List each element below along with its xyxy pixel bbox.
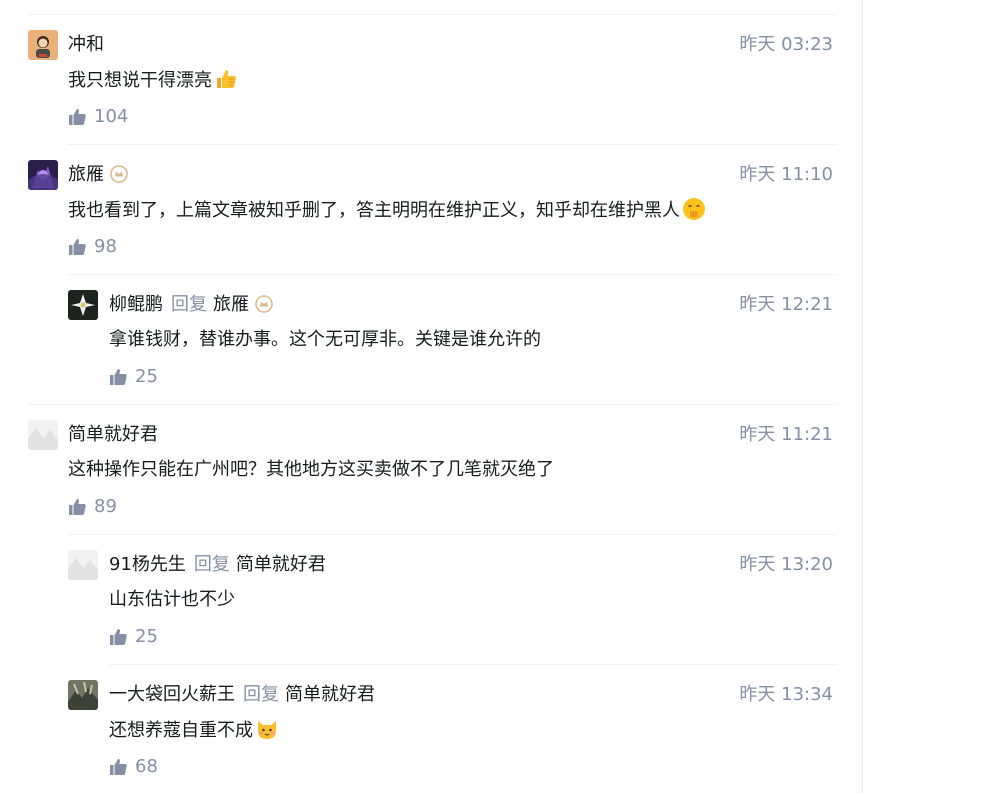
- reply-label: 回复: [171, 294, 207, 315]
- thumb-up-icon: [68, 238, 86, 256]
- divider: [109, 664, 837, 665]
- comment-panel: 冲和 昨天 03:23 我只想说干得漂亮 104 旅雁 昨天 11:10 我也看…: [0, 0, 863, 793]
- like-count: 68: [135, 756, 158, 777]
- like-button[interactable]: 104: [68, 105, 128, 129]
- thumb-up-icon: [68, 498, 86, 516]
- comment-author[interactable]: 一大袋回火薪王 回复 简单就好君: [109, 683, 375, 707]
- comment-text: 我也看到了，上篇文章被知乎删了，答主明明在维护正义，知乎却在维护黑人: [68, 197, 706, 224]
- avatar[interactable]: [68, 290, 98, 320]
- reply-to-user[interactable]: 简单就好君: [236, 554, 326, 575]
- like-button[interactable]: 89: [68, 495, 117, 519]
- badge-icon: [110, 165, 128, 183]
- comment-time: 昨天 12:21: [739, 294, 833, 315]
- like-button[interactable]: 68: [109, 755, 158, 779]
- comment-text: 我只想说干得漂亮: [68, 67, 238, 94]
- comment-time: 昨天 13:34: [739, 684, 833, 705]
- divider: [68, 144, 837, 145]
- thumb-up-icon: [109, 368, 127, 386]
- divider: [28, 14, 837, 15]
- badge-icon: [255, 295, 273, 313]
- like-count: 89: [94, 496, 117, 517]
- comment-author[interactable]: 冲和: [68, 33, 104, 57]
- like-count: 98: [94, 236, 117, 257]
- avatar[interactable]: [28, 420, 58, 450]
- comment-author[interactable]: 柳鲲鹏 回复 旅雁: [109, 293, 273, 317]
- like-count: 104: [94, 106, 129, 127]
- thumb-up-icon: [109, 628, 127, 646]
- comment-text: 这种操作只能在广州吧？其他地方这买卖做不了几笔就灭绝了: [68, 459, 554, 480]
- comment-text: 山东估计也不少: [109, 589, 235, 610]
- comment-time: 昨天 11:21: [739, 424, 833, 445]
- reply-to-user[interactable]: 旅雁: [213, 294, 249, 315]
- hand-over-mouth-emoji: [682, 197, 706, 221]
- like-button[interactable]: 25: [109, 365, 158, 389]
- like-count: 25: [135, 366, 158, 387]
- avatar[interactable]: [68, 680, 98, 710]
- comment-time: 昨天 13:20: [739, 554, 833, 575]
- comment-text: 拿谁钱财，替谁办事。这个无可厚非。关键是谁允许的: [109, 329, 541, 350]
- comment-author[interactable]: 91杨先生 回复 简单就好君: [109, 553, 326, 577]
- thumb-up-icon: [109, 758, 127, 776]
- like-count: 25: [135, 626, 158, 647]
- divider: [28, 404, 837, 405]
- comment-time: 昨天 11:10: [739, 164, 833, 185]
- comment-time: 昨天 03:23: [739, 34, 833, 55]
- comment-text: 还想养蔻自重不成: [109, 717, 279, 744]
- like-button[interactable]: 25: [109, 625, 158, 649]
- divider: [68, 274, 837, 275]
- comment-author[interactable]: 旅雁: [68, 163, 128, 187]
- divider: [68, 534, 837, 535]
- cat-face-emoji: [255, 717, 279, 741]
- avatar[interactable]: [28, 30, 58, 60]
- reply-label: 回复: [193, 554, 230, 575]
- comment-author[interactable]: 简单就好君: [68, 423, 158, 447]
- thumb-up-icon: [68, 108, 86, 126]
- like-button[interactable]: 98: [68, 235, 117, 259]
- reply-label: 回复: [243, 684, 279, 705]
- avatar[interactable]: [68, 550, 98, 580]
- reply-to-user[interactable]: 简单就好君: [285, 684, 375, 705]
- thumbs-up-emoji: [214, 67, 238, 91]
- avatar[interactable]: [28, 160, 58, 190]
